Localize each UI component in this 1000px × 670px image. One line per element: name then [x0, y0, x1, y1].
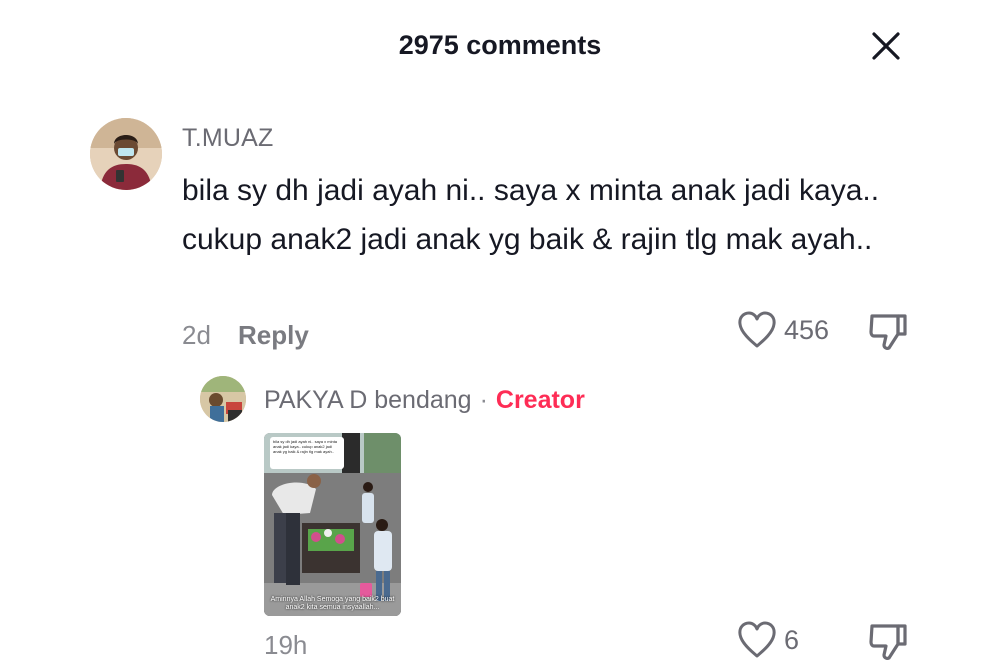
comment-text: bila sy dh jadi ayah ni.. saya x minta a…: [182, 174, 880, 256]
reply-like-count: 6: [784, 624, 800, 655]
reply-username[interactable]: PAKYA D bendang: [264, 386, 472, 415]
reply-like-button[interactable]: 6: [736, 620, 799, 660]
comment-timestamp: 2d: [182, 320, 211, 350]
close-icon: [872, 32, 900, 60]
video-caption: Aminnya Allah Semoga yang baik2 buat ana…: [270, 596, 395, 611]
comments-count-title: 2975 comments: [398, 30, 602, 60]
avatar[interactable]: [90, 118, 162, 190]
comment-username[interactable]: T.MUAZ: [182, 124, 273, 153]
heart-icon: [738, 621, 776, 658]
like-button[interactable]: 456: [736, 310, 829, 350]
reply-button[interactable]: Reply: [238, 320, 309, 351]
reply-timestamp: 19h: [264, 630, 308, 660]
reply-username-row: PAKYA D bendang · Creator: [264, 386, 585, 415]
dislike-button[interactable]: [866, 310, 910, 354]
reply-avatar[interactable]: [200, 376, 246, 422]
thumbs-down-icon: [869, 314, 907, 350]
video-reply-thumbnail[interactable]: bila sy dh jadi ayah ni.. saya x minta a…: [264, 433, 401, 616]
reply-dislike-button[interactable]: [866, 620, 910, 664]
creator-badge: Creator: [495, 386, 585, 414]
thumbs-down-icon: [869, 624, 907, 660]
close-button[interactable]: [866, 26, 906, 66]
like-count: 456: [784, 314, 830, 345]
separator-dot: ·: [479, 386, 488, 414]
heart-icon: [738, 311, 776, 348]
video-quoted-comment: bila sy dh jadi ayah ni.. saya x minta a…: [270, 437, 344, 469]
